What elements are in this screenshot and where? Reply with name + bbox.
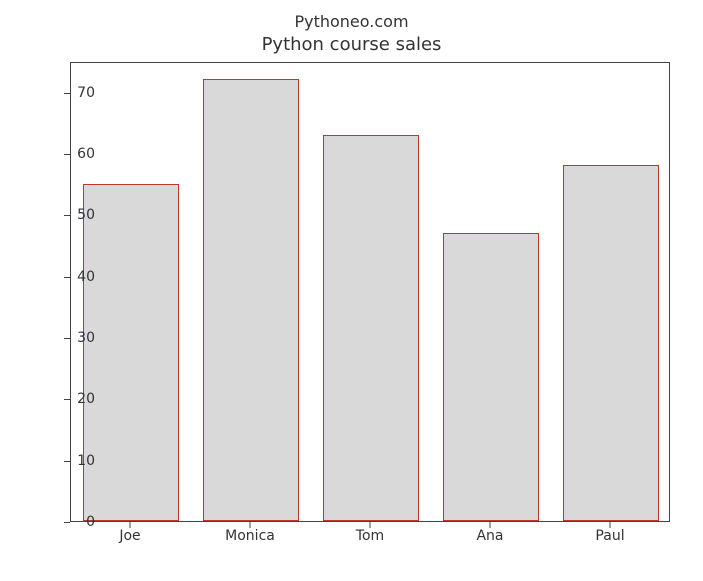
bar-ana bbox=[443, 233, 539, 521]
ytick-mark bbox=[64, 277, 70, 278]
ytick-mark bbox=[64, 154, 70, 155]
xtick-label: Ana bbox=[476, 528, 503, 544]
xtick-label: Paul bbox=[595, 528, 624, 544]
bar-tom bbox=[323, 135, 419, 521]
chart-suptitle: Pythoneo.com bbox=[0, 12, 703, 31]
bar-monica bbox=[203, 79, 299, 521]
plot-area bbox=[70, 62, 670, 522]
xtick-label: Joe bbox=[119, 528, 140, 544]
ytick-mark bbox=[64, 338, 70, 339]
xtick-label: Monica bbox=[225, 528, 275, 544]
ytick-mark bbox=[64, 399, 70, 400]
bar-paul bbox=[563, 165, 659, 521]
bar-joe bbox=[83, 184, 179, 521]
ytick-mark bbox=[64, 93, 70, 94]
ytick-mark bbox=[64, 215, 70, 216]
chart-title: Python course sales bbox=[0, 34, 703, 55]
chart-container: Pythoneo.com Python course sales 0102030… bbox=[0, 0, 703, 581]
xtick-label: Tom bbox=[356, 528, 384, 544]
ytick-mark bbox=[64, 522, 70, 523]
ytick-mark bbox=[64, 461, 70, 462]
